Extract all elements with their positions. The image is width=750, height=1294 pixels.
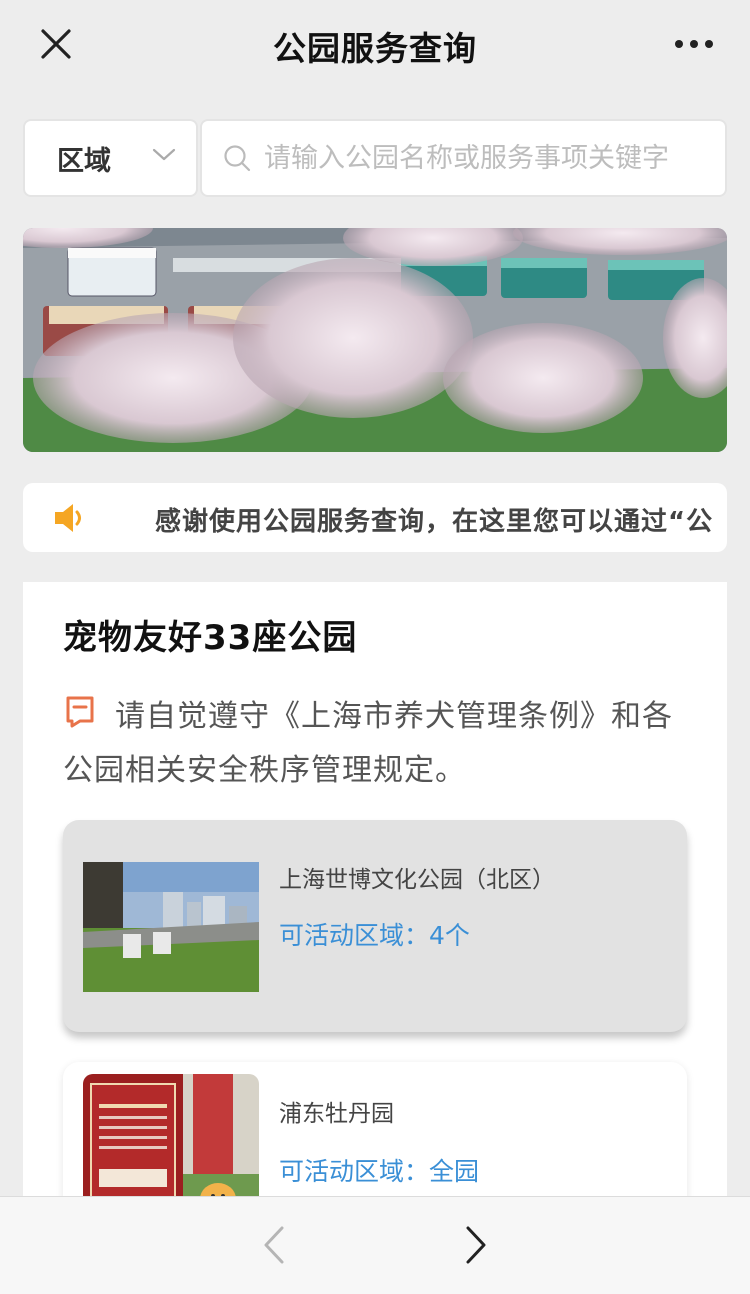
bottom-toolbar [0, 1196, 750, 1294]
park-name: 浦东牡丹园 [279, 1101, 394, 1127]
chevron-right-icon [466, 1226, 486, 1264]
chevron-down-icon [152, 148, 176, 161]
navbar: 公园服务查询 [0, 0, 750, 88]
more-dots-icon [675, 40, 683, 48]
speaker-icon [55, 504, 81, 532]
park-activity-area: 可活动区域：4个 [279, 921, 470, 950]
park-thumbnail [83, 862, 259, 992]
search-input[interactable] [264, 142, 704, 174]
region-label: 区域 [57, 145, 111, 177]
pet-friendly-section: 宠物友好33座公园 请自觉遵守《上海市养犬管理条例》和各公园相关安全秩序管理规定… [23, 582, 727, 1274]
notice-marquee-text: 感谢使用公园服务查询，在这里您可以通过“公 [155, 507, 714, 537]
page-title: 公园服务查询 [273, 29, 477, 68]
rules-tip: 请自觉遵守《上海市养犬管理条例》和各公园相关安全秩序管理规定。 [63, 699, 673, 788]
notice-bar[interactable]: 感谢使用公园服务查询，在这里您可以通过“公 [23, 483, 727, 552]
chevron-left-icon [264, 1226, 284, 1264]
search-box [200, 119, 727, 197]
park-card[interactable]: 上海世博文化公园（北区） 可活动区域：4个 [63, 820, 687, 1032]
banner-image[interactable] [23, 228, 727, 452]
region-dropdown[interactable]: 区域 [23, 119, 198, 197]
park-name: 上海世博文化公园（北区） [279, 867, 555, 893]
forward-button[interactable] [452, 1221, 500, 1269]
search-icon [224, 145, 251, 172]
park-activity-area: 可活动区域：全园 [279, 1157, 480, 1186]
more-button[interactable] [666, 20, 722, 68]
section-title: 宠物友好33座公园 [63, 618, 358, 658]
back-button[interactable] [250, 1221, 298, 1269]
park-photo-illustration [23, 228, 727, 452]
